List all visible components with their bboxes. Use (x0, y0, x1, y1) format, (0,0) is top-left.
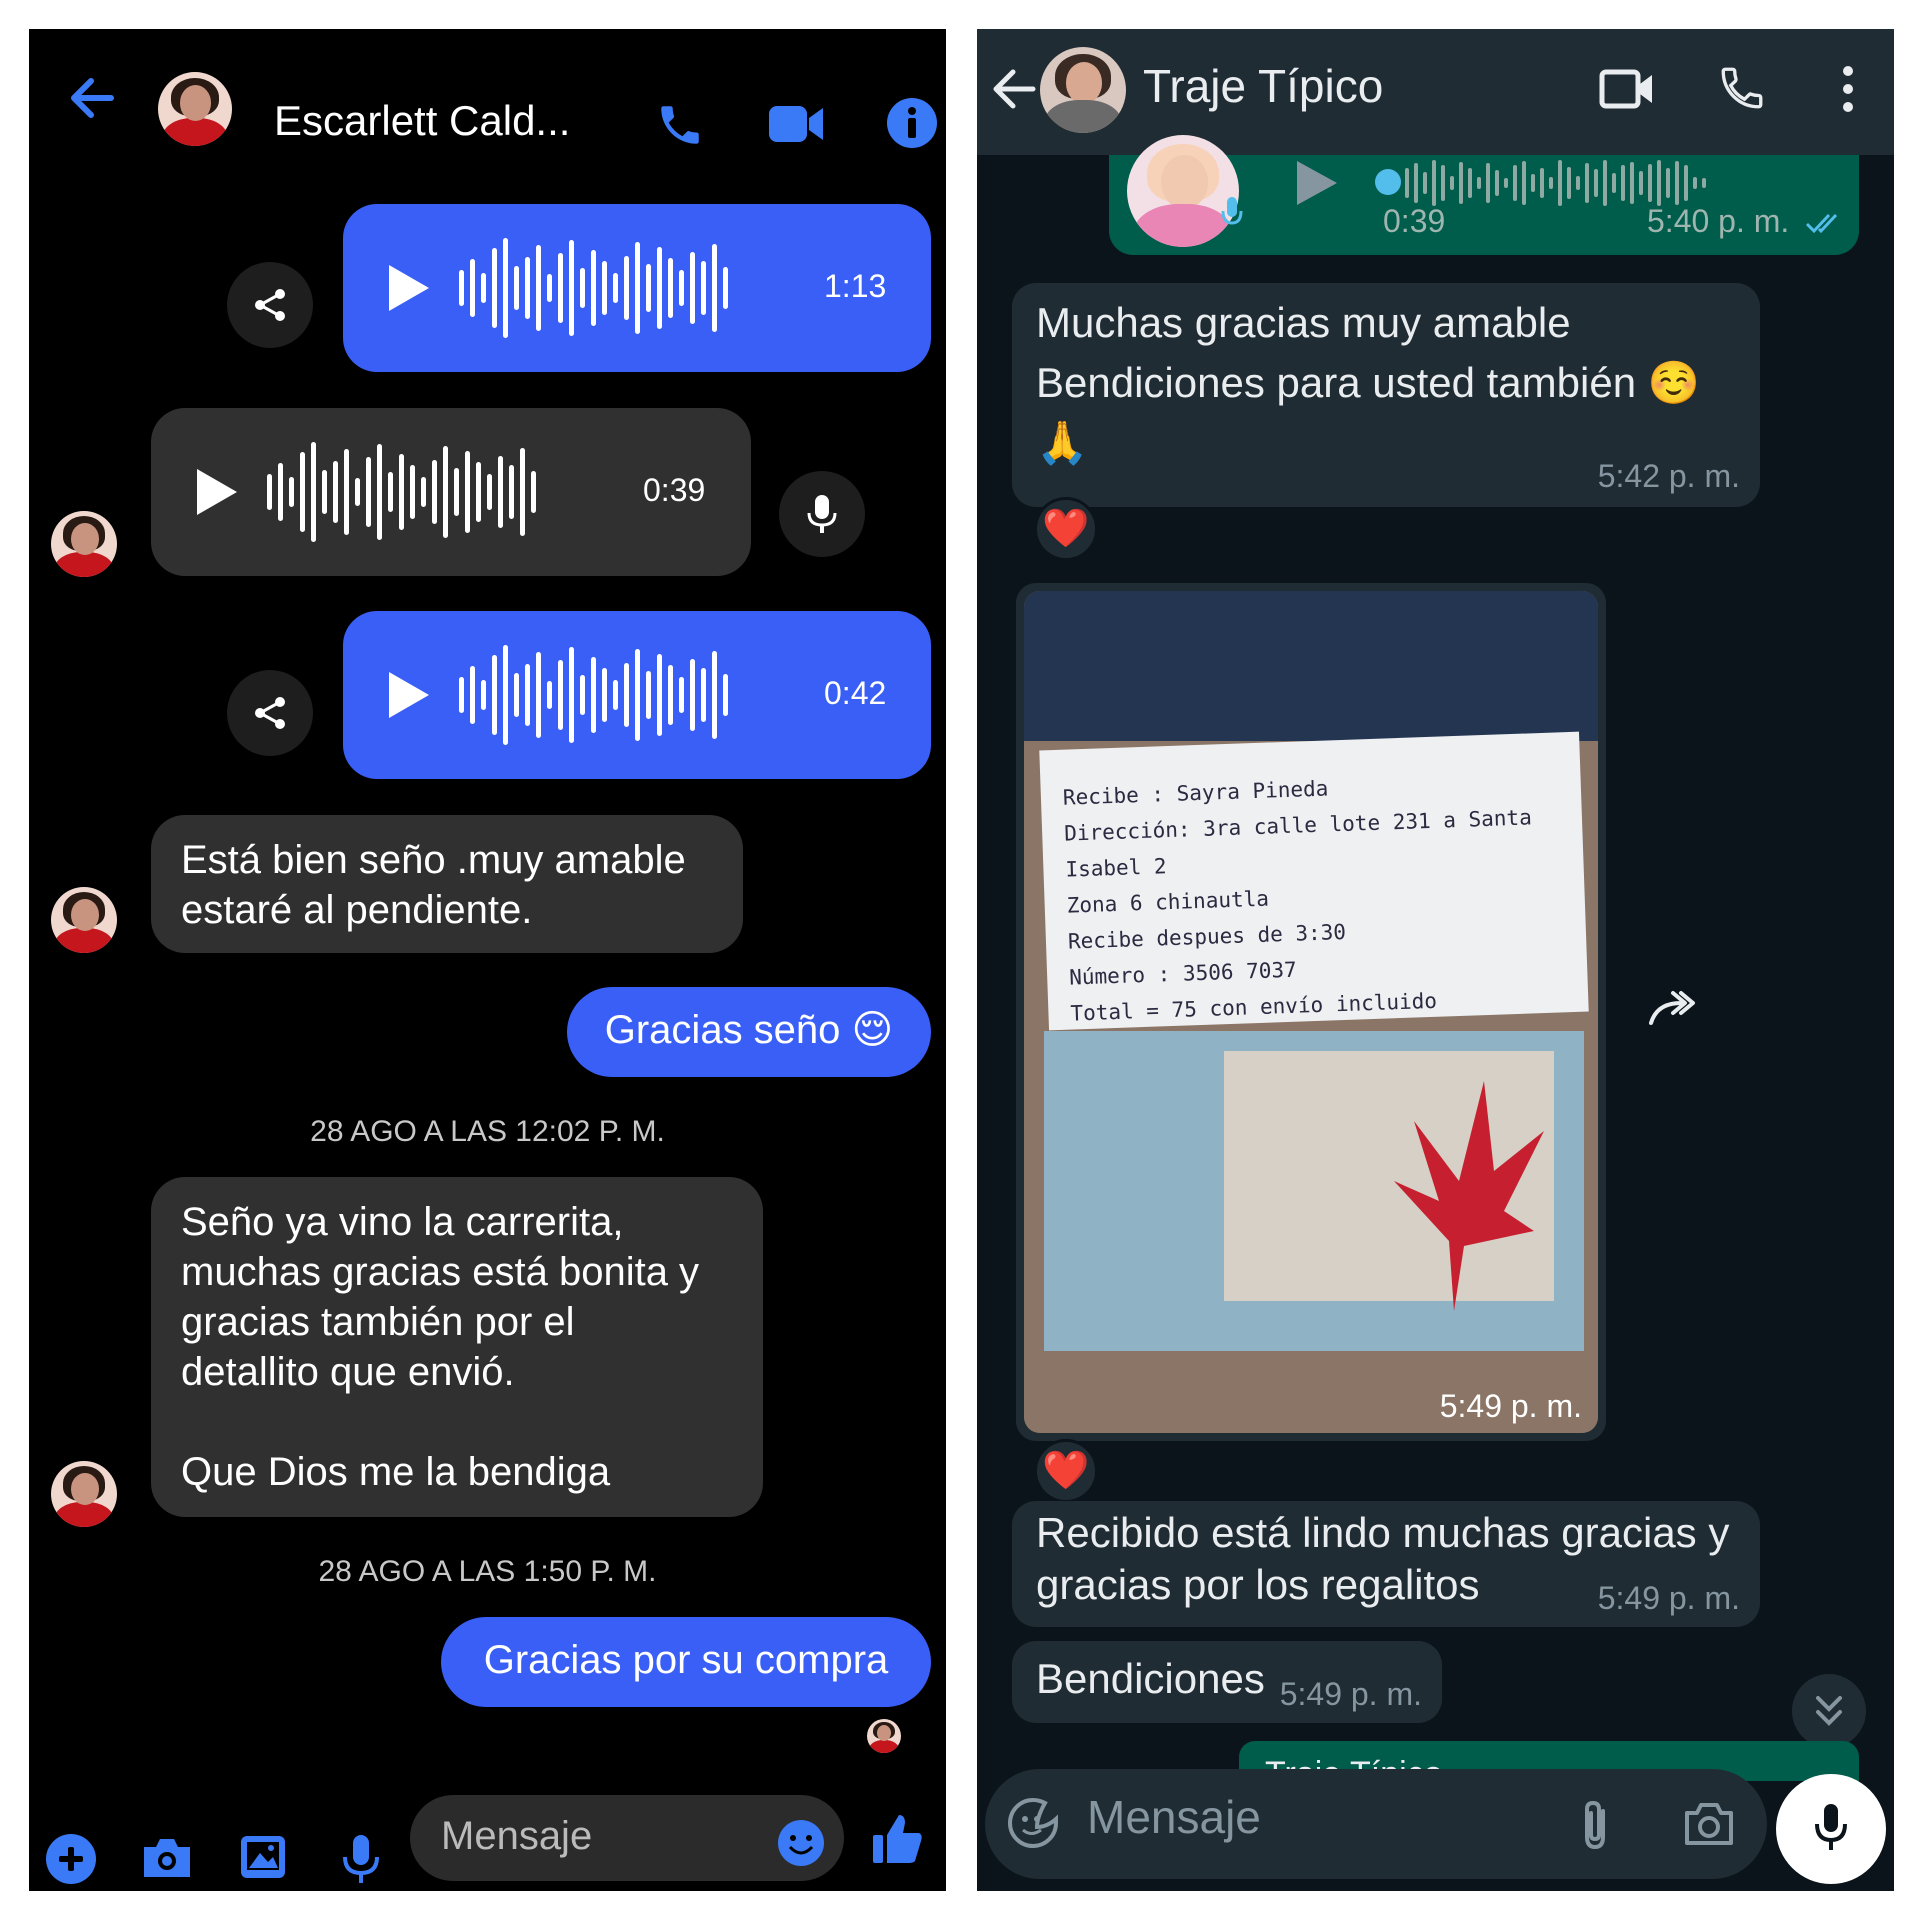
audio-waveform (267, 442, 536, 542)
incoming-voice-message[interactable]: 0:39 (151, 408, 751, 576)
shipping-label: Recibe : Sayra Pineda Dirección: 3ra cal… (1039, 731, 1589, 1031)
microphone-icon[interactable] (341, 1833, 381, 1887)
message-line: detallito que envió. (181, 1350, 515, 1394)
messenger-header: Escarlett Cald... (29, 29, 946, 161)
share-icon (255, 289, 285, 321)
audio-waveform (459, 238, 728, 338)
double-chevron-down-icon (1816, 1696, 1842, 1726)
voice-note-duration: 0:39 (1383, 203, 1446, 239)
incoming-text-message[interactable]: Bendiciones 5:49 p. m. (1012, 1641, 1442, 1723)
contact-name[interactable]: Escarlett Cald... (274, 95, 570, 147)
date-separator: 28 AGO A LAS 12:02 P. M. (310, 1115, 665, 1148)
transcribe-button[interactable] (779, 471, 865, 557)
heart-reaction-emoji: ❤️ (1042, 1450, 1090, 1492)
message-time: 5:49 p. m. (1439, 1388, 1582, 1424)
message-time: 5:49 p. m. (1279, 1676, 1422, 1712)
outgoing-text-message[interactable]: Gracias por su compra (441, 1617, 931, 1707)
play-icon[interactable] (197, 469, 237, 515)
plus-icon[interactable] (45, 1833, 97, 1885)
video-call-icon[interactable] (767, 102, 825, 146)
audio-duration: 0:42 (824, 675, 887, 711)
red-leaf-decoration (1394, 1081, 1544, 1311)
chat-name[interactable]: Traje Típico (1143, 59, 1383, 113)
play-icon[interactable] (389, 265, 429, 311)
play-icon[interactable] (1297, 161, 1337, 205)
group-avatar[interactable] (1040, 47, 1126, 133)
info-icon[interactable] (886, 97, 938, 149)
scroll-to-bottom-button[interactable] (1792, 1674, 1866, 1748)
message-line: Bendiciones para usted también ☺️ (1036, 359, 1701, 406)
date-separator: 28 AGO A LAS 1:50 P. M. (318, 1555, 657, 1588)
message-input-placeholder: Mensaje (1087, 1791, 1261, 1843)
like-icon[interactable] (869, 1811, 925, 1867)
heart-reaction-emoji: ❤️ (1042, 508, 1090, 550)
microphone-icon (1221, 197, 1243, 225)
message-line: estaré al pendiente. (181, 888, 533, 932)
playback-position-dot[interactable] (1375, 169, 1401, 195)
heart-reaction[interactable]: ❤️ (1034, 497, 1098, 561)
message-time: 5:40 p. m. (1647, 203, 1790, 239)
heart-reaction[interactable]: ❤️ (1034, 1439, 1098, 1503)
incoming-text-message[interactable]: Muchas gracias muy amable Bendiciones pa… (1012, 283, 1760, 507)
video-call-icon[interactable] (1599, 67, 1655, 111)
whatsapp-chat-panel: Traje Típico 0:39 5:40 p. m. Muchas grac… (977, 29, 1894, 1891)
message-line: Seño ya vino la carrerita, (181, 1200, 624, 1244)
message-line (181, 1397, 733, 1447)
read-receipt-avatar (867, 1719, 901, 1753)
camera-icon[interactable] (140, 1835, 194, 1881)
sticker-icon[interactable] (1007, 1797, 1059, 1849)
back-arrow-icon[interactable] (65, 73, 119, 123)
message-line: Que Dios me la bendiga (181, 1450, 611, 1494)
phone-icon[interactable] (1717, 63, 1767, 113)
double-check-read-icon (1805, 213, 1838, 234)
message-line: Está bien seño .muy amable (181, 838, 686, 882)
more-options-icon[interactable] (1841, 65, 1855, 113)
attachment-icon[interactable] (1577, 1797, 1613, 1853)
messenger-chat-panel: Escarlett Cald... 1:13 0:39 0:42 Está bi… (29, 29, 946, 1891)
message-time: 5:49 p. m. (1597, 1580, 1740, 1616)
microphone-icon (1815, 1804, 1847, 1850)
back-arrow-icon[interactable] (991, 67, 1037, 111)
microphone-icon (807, 495, 837, 533)
outgoing-voice-message[interactable]: 1:13 (343, 204, 931, 372)
message-line: Recibido está lindo muchas gracias y (1036, 1509, 1730, 1556)
package-photo[interactable]: Recibe : Sayra Pineda Dirección: 3ra cal… (1024, 591, 1598, 1433)
emoji-icon[interactable] (777, 1819, 825, 1867)
contact-avatar[interactable] (158, 72, 232, 146)
outgoing-voice-note[interactable]: 0:39 5:40 p. m. (1109, 135, 1859, 255)
outgoing-voice-message[interactable]: 0:42 (343, 611, 931, 779)
camera-icon[interactable] (1683, 1801, 1735, 1847)
forward-icon[interactable] (1647, 989, 1703, 1029)
message-line: Muchas gracias muy amable (1036, 299, 1571, 346)
message-text: Gracias por su compra (483, 1638, 889, 1682)
incoming-text-message[interactable]: Recibido está lindo muchas gracias y gra… (1012, 1501, 1760, 1627)
message-text: Gracias seño 😌 (604, 1008, 894, 1052)
incoming-text-message[interactable]: Está bien seño .muy amable estaré al pen… (151, 815, 743, 953)
sender-avatar[interactable] (51, 511, 117, 577)
share-button[interactable] (227, 262, 313, 348)
gallery-icon[interactable] (238, 1833, 288, 1881)
audio-duration: 0:39 (643, 472, 706, 508)
incoming-text-message[interactable]: Seño ya vino la carrerita, muchas gracia… (151, 1177, 763, 1517)
message-line: gracias también por el (181, 1300, 575, 1344)
play-icon[interactable] (389, 672, 429, 718)
incoming-image-message[interactable]: Recibe : Sayra Pineda Dirección: 3ra cal… (1016, 583, 1606, 1441)
audio-waveform (459, 645, 728, 745)
audio-duration: 1:13 (824, 268, 887, 304)
message-line: muchas gracias está bonita y (181, 1250, 700, 1294)
sender-avatar[interactable] (51, 1461, 117, 1527)
sender-avatar[interactable] (51, 887, 117, 953)
message-input-placeholder: Mensaje (441, 1814, 593, 1858)
outgoing-text-message[interactable]: Gracias seño 😌 (567, 987, 931, 1077)
share-icon (255, 697, 285, 729)
phone-icon[interactable] (655, 100, 705, 150)
record-voice-button[interactable] (1776, 1774, 1886, 1884)
message-time: 5:42 p. m. (1597, 458, 1740, 494)
share-button[interactable] (227, 670, 313, 756)
